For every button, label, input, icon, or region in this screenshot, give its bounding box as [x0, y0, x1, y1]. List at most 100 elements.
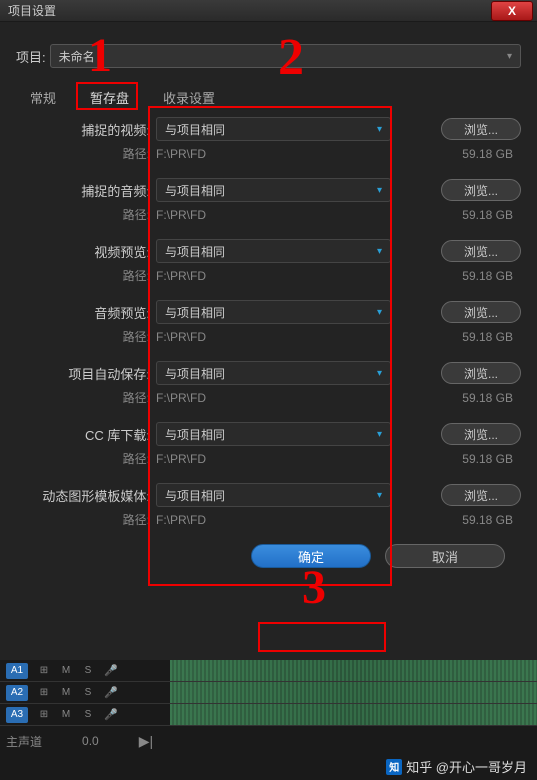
path-label: 路径: — [16, 389, 156, 406]
path-label: 路径: — [16, 206, 156, 223]
path-row-5: 路径: F:\PR\FD 59.18 GB — [16, 450, 521, 467]
ok-button[interactable]: 确定 — [251, 544, 371, 568]
chevron-down-icon: ▾ — [377, 246, 382, 257]
path-label: 路径: — [16, 145, 156, 162]
setting-row-6: 动态图形模板媒体: 与项目相同 ▾ 浏览... — [16, 483, 521, 507]
browse-button[interactable]: 浏览... — [441, 362, 521, 384]
chevron-down-icon: ▾ — [377, 124, 382, 135]
tab-general[interactable]: 常规 — [22, 84, 64, 111]
dropdown-value: 与项目相同 — [165, 365, 225, 382]
dropdown-value: 与项目相同 — [165, 304, 225, 321]
path-row-0: 路径: F:\PR\FD 59.18 GB — [16, 145, 521, 162]
solo-button[interactable]: S — [82, 709, 94, 720]
dropdown-value: 与项目相同 — [165, 243, 225, 260]
track-badge[interactable]: A3 — [6, 707, 28, 723]
disk-size: 59.18 GB — [462, 452, 521, 466]
disk-size: 59.18 GB — [462, 208, 521, 222]
path-row-2: 路径: F:\PR\FD 59.18 GB — [16, 267, 521, 284]
setting-dropdown[interactable]: 与项目相同 ▾ — [156, 117, 391, 141]
setting-dropdown[interactable]: 与项目相同 ▾ — [156, 361, 391, 385]
toggle-icon[interactable]: ⊞ — [38, 687, 50, 698]
annotation-box-3 — [258, 622, 386, 652]
solo-button[interactable]: S — [82, 665, 94, 676]
dropdown-value: 与项目相同 — [165, 487, 225, 504]
chevron-down-icon: ▾ — [377, 429, 382, 440]
track-waveform[interactable] — [170, 660, 537, 681]
setting-row-3: 音频预览: 与项目相同 ▾ 浏览... — [16, 300, 521, 324]
path-value: F:\PR\FD — [156, 147, 206, 161]
path-value: F:\PR\FD — [156, 513, 206, 527]
tabs: 常规 暂存盘 收录设置 — [22, 84, 521, 111]
track-badge[interactable]: A1 — [6, 663, 28, 679]
mute-button[interactable]: M — [60, 665, 72, 676]
browse-button[interactable]: 浏览... — [441, 423, 521, 445]
setting-dropdown[interactable]: 与项目相同 ▾ — [156, 483, 391, 507]
disk-size: 59.18 GB — [462, 330, 521, 344]
setting-label: CC 库下载: — [16, 425, 156, 444]
browse-button[interactable]: 浏览... — [441, 118, 521, 140]
chevron-down-icon: ▾ — [377, 368, 382, 379]
disk-size: 59.18 GB — [462, 391, 521, 405]
track-waveform[interactable] — [170, 704, 537, 725]
path-row-4: 路径: F:\PR\FD 59.18 GB — [16, 389, 521, 406]
track-waveform[interactable] — [170, 682, 537, 703]
toggle-icon[interactable]: ⊞ — [38, 709, 50, 720]
watermark: 知 知乎 @开心一哥岁月 — [386, 757, 527, 776]
setting-dropdown[interactable]: 与项目相同 ▾ — [156, 239, 391, 263]
titlebar: 项目设置 X — [0, 0, 537, 22]
mic-icon[interactable]: 🎤 — [104, 664, 118, 677]
mute-button[interactable]: M — [60, 687, 72, 698]
path-value: F:\PR\FD — [156, 452, 206, 466]
setting-row-4: 项目自动保存: 与项目相同 ▾ 浏览... — [16, 361, 521, 385]
path-row-1: 路径: F:\PR\FD 59.18 GB — [16, 206, 521, 223]
setting-dropdown[interactable]: 与项目相同 ▾ — [156, 300, 391, 324]
setting-row-0: 捕捉的视频: 与项目相同 ▾ 浏览... — [16, 117, 521, 141]
zhihu-icon: 知 — [386, 759, 402, 775]
watermark-text: 知乎 @开心一哥岁月 — [406, 757, 527, 776]
setting-dropdown[interactable]: 与项目相同 ▾ — [156, 178, 391, 202]
project-name: 未命名 — [59, 48, 95, 65]
path-label: 路径: — [16, 267, 156, 284]
mic-icon[interactable]: 🎤 — [104, 686, 118, 699]
dropdown-value: 与项目相同 — [165, 121, 225, 138]
play-next-icon[interactable]: ▶| — [139, 733, 153, 750]
footer-buttons: 确定 取消 — [16, 544, 505, 568]
chevron-down-icon: ▾ — [377, 307, 382, 318]
mute-button[interactable]: M — [60, 709, 72, 720]
dialog-body: 项目: 未命名 ▾ 常规 暂存盘 收录设置 捕捉的视频: 与项目相同 ▾ 浏览.… — [0, 22, 537, 580]
setting-row-2: 视频预览: 与项目相同 ▾ 浏览... — [16, 239, 521, 263]
browse-button[interactable]: 浏览... — [441, 240, 521, 262]
track-header: A3 ⊞ M S 🎤 — [0, 707, 170, 723]
mic-icon[interactable]: 🎤 — [104, 708, 118, 721]
chevron-down-icon: ▾ — [377, 490, 382, 501]
setting-label: 视频预览: — [16, 242, 156, 261]
disk-size: 59.18 GB — [462, 147, 521, 161]
audio-track-1: A2 ⊞ M S 🎤 — [0, 682, 537, 704]
track-badge[interactable]: A2 — [6, 685, 28, 701]
chevron-down-icon: ▾ — [507, 51, 512, 62]
browse-button[interactable]: 浏览... — [441, 301, 521, 323]
audio-tracks: A1 ⊞ M S 🎤 A2 ⊞ M S 🎤 A3 ⊞ M S 🎤 — [0, 660, 537, 726]
disk-size: 59.18 GB — [462, 269, 521, 283]
audio-track-2: A3 ⊞ M S 🎤 — [0, 704, 537, 726]
path-row-3: 路径: F:\PR\FD 59.18 GB — [16, 328, 521, 345]
solo-button[interactable]: S — [82, 687, 94, 698]
path-label: 路径: — [16, 328, 156, 345]
close-button[interactable]: X — [491, 1, 533, 21]
setting-label: 音频预览: — [16, 303, 156, 322]
browse-button[interactable]: 浏览... — [441, 179, 521, 201]
setting-row-5: CC 库下载: 与项目相同 ▾ 浏览... — [16, 422, 521, 446]
cancel-button[interactable]: 取消 — [385, 544, 505, 568]
setting-row-1: 捕捉的音频: 与项目相同 ▾ 浏览... — [16, 178, 521, 202]
project-dropdown[interactable]: 未命名 ▾ — [50, 44, 521, 68]
track-header: A1 ⊞ M S 🎤 — [0, 663, 170, 679]
path-value: F:\PR\FD — [156, 208, 206, 222]
tab-ingest[interactable]: 收录设置 — [155, 84, 223, 111]
tab-scratch-disks[interactable]: 暂存盘 — [82, 84, 137, 111]
toggle-icon[interactable]: ⊞ — [38, 665, 50, 676]
path-label: 路径: — [16, 450, 156, 467]
setting-label: 捕捉的音频: — [16, 181, 156, 200]
setting-dropdown[interactable]: 与项目相同 ▾ — [156, 422, 391, 446]
track-header: A2 ⊞ M S 🎤 — [0, 685, 170, 701]
browse-button[interactable]: 浏览... — [441, 484, 521, 506]
